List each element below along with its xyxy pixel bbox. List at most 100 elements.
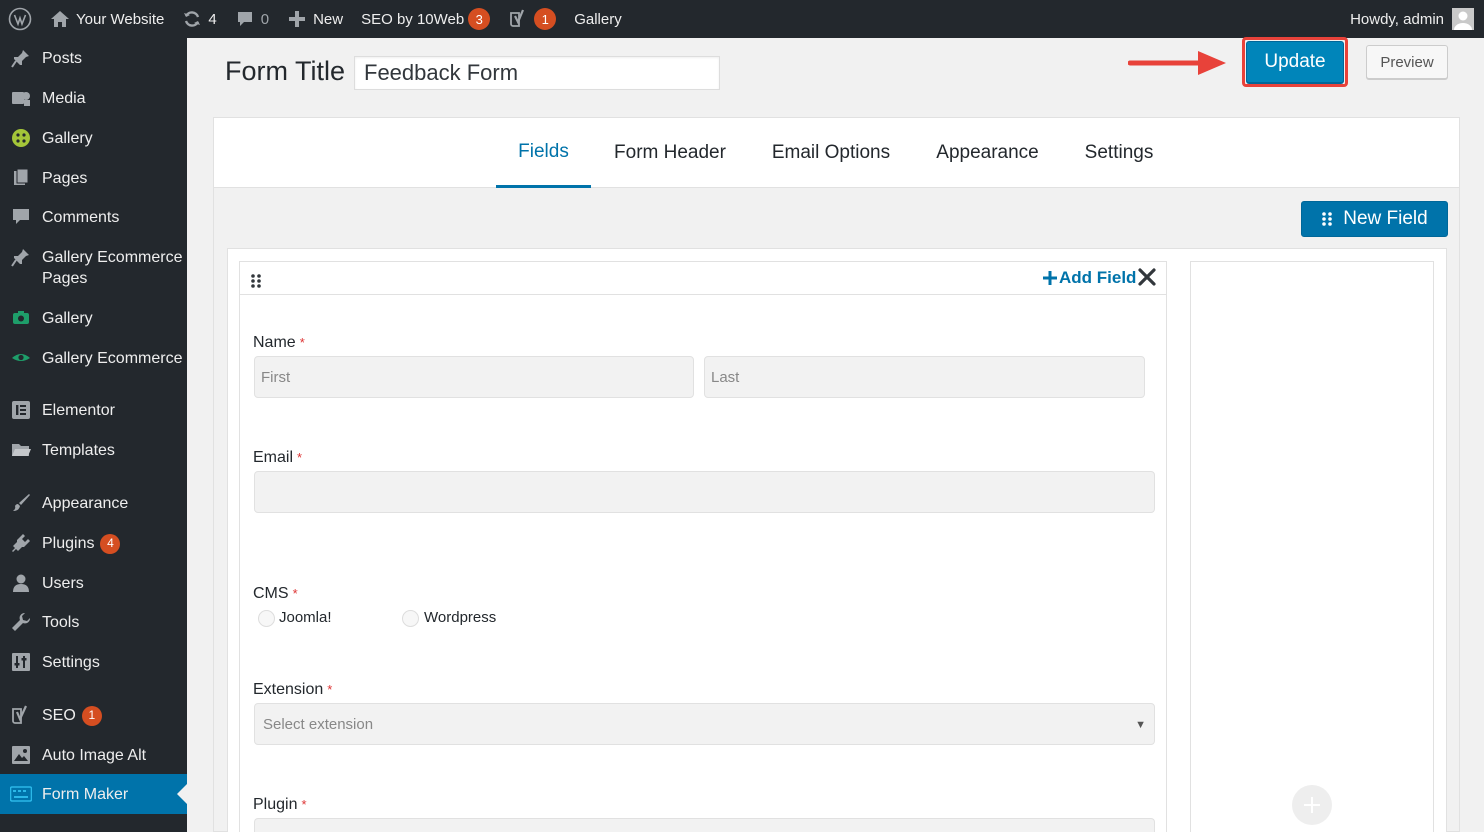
refresh-icon <box>182 9 202 29</box>
form-column <box>239 261 1167 832</box>
yoast-link[interactable]: 1 <box>499 0 565 38</box>
comments-link[interactable]: 0 <box>226 0 278 38</box>
email-input[interactable] <box>254 471 1155 513</box>
sidebar-item-elementor[interactable]: Elementor <box>0 400 187 421</box>
updates-link[interactable]: 4 <box>173 0 225 38</box>
yoast-icon <box>508 9 528 29</box>
extension-select[interactable]: Select extension ▼ <box>254 703 1155 745</box>
name-label-text: Name <box>253 334 296 351</box>
sidebar-item-label: Settings <box>42 654 100 671</box>
tab-form-header[interactable]: Form Header <box>602 118 738 188</box>
media-icon <box>10 88 32 108</box>
pin-icon <box>10 48 32 68</box>
preview-button[interactable]: Preview <box>1366 45 1448 79</box>
sidebar-item-pages[interactable]: Pages <box>0 168 187 189</box>
pin-icon <box>10 247 32 267</box>
plugins-label: Plugins <box>42 535 95 552</box>
avatar <box>1452 8 1474 30</box>
sidebar-item-gallery-ecommerce[interactable]: Gallery Ecommerce <box>0 348 187 369</box>
sidebar-item-media[interactable]: Media <box>0 88 187 109</box>
sidebar-item-label: Form Maker <box>42 785 129 803</box>
sidebar-item-appearance[interactable]: Appearance <box>0 493 187 514</box>
tab-label: Fields <box>518 140 569 162</box>
chevron-down-icon: ▼ <box>1135 719 1146 731</box>
user-icon <box>10 573 32 593</box>
sidebar-item-form-maker[interactable]: Form Maker <box>0 774 187 814</box>
image-alt-icon <box>10 745 32 765</box>
tab-fields[interactable]: Fields <box>496 118 591 188</box>
sidebar-item-posts[interactable]: Posts <box>0 48 187 69</box>
pages-icon <box>10 168 32 188</box>
sidebar-item-gallery-2[interactable]: Gallery <box>0 308 187 329</box>
site-name-label: Your Website <box>76 10 165 28</box>
settings-icon <box>10 652 32 672</box>
name-last-input[interactable]: Last <box>704 356 1145 398</box>
sidebar-item-users[interactable]: Users <box>0 573 187 594</box>
keyboard-icon <box>10 784 32 804</box>
update-button[interactable]: Update <box>1246 41 1344 83</box>
sidebar-item-tools[interactable]: Tools <box>0 612 187 633</box>
sidebar-item-gallery[interactable]: Gallery <box>0 128 187 149</box>
wrench-icon <box>10 612 32 632</box>
plus-icon <box>287 9 307 29</box>
form-title-input[interactable] <box>354 56 720 90</box>
add-column-button[interactable] <box>1292 785 1332 825</box>
sidebar-item-label: Auto Image Alt <box>42 747 147 764</box>
plugin-select[interactable] <box>254 818 1155 832</box>
eye-icon <box>10 348 32 368</box>
comment-icon <box>10 207 32 227</box>
seo-10web-link[interactable]: SEO by 10Web 3 <box>352 0 499 38</box>
new-field-label: New Field <box>1343 208 1428 229</box>
tab-label: Settings <box>1084 142 1154 163</box>
gallery-link[interactable]: Gallery <box>565 0 631 38</box>
tab-email-options[interactable]: Email Options <box>760 118 902 188</box>
tab-appearance[interactable]: Appearance <box>925 118 1050 188</box>
cms-joomla-checkbox[interactable] <box>258 610 275 627</box>
plus-icon <box>1043 271 1057 285</box>
extension-placeholder: Select extension <box>263 715 374 733</box>
add-field-link[interactable]: Add Field <box>1043 266 1136 290</box>
folder-icon <box>10 440 32 460</box>
wordpress-logo-button[interactable] <box>0 0 41 38</box>
sidebar-item-seo[interactable]: SEO 1 <box>0 705 187 726</box>
cms-wordpress-checkbox[interactable] <box>402 610 419 627</box>
new-content-link[interactable]: New <box>278 0 352 38</box>
plugins-update-badge: 4 <box>100 533 121 554</box>
drag-handle-icon[interactable] <box>250 273 262 289</box>
sidebar-item-label: Pages <box>42 170 88 187</box>
new-field-button[interactable]: New Field <box>1301 201 1448 237</box>
tab-label: Email Options <box>771 142 891 163</box>
cms-label-text: CMS <box>253 585 289 602</box>
required-asterisk: * <box>297 450 303 465</box>
email-label-text: Email <box>253 449 294 466</box>
sidebar-item-label: Comments <box>42 209 120 226</box>
remove-column-close-icon[interactable] <box>1137 267 1157 287</box>
name-first-input[interactable]: First <box>254 356 694 398</box>
sidebar-item-auto-image-alt[interactable]: Auto Image Alt <box>0 745 187 766</box>
sidebar-item-comments[interactable]: Comments <box>0 207 187 228</box>
required-asterisk: * <box>292 586 298 601</box>
sidebar-item-label: Tools <box>42 614 80 631</box>
admin-bar: Your Website 4 0 New SEO by 10Web 3 1 Ga… <box>0 0 1484 38</box>
my-account-link[interactable]: Howdy, admin <box>1350 8 1484 30</box>
required-asterisk: * <box>327 682 333 697</box>
sidebar-item-templates[interactable]: Templates <box>0 440 187 461</box>
annotation-arrow-icon <box>1128 51 1226 75</box>
column-toolbar <box>240 262 1166 295</box>
empty-form-column <box>1190 261 1434 832</box>
sidebar-item-gallery-ecommerce-pages[interactable]: Gallery Ecommerce Pages <box>0 247 187 289</box>
plugin-label-text: Plugin <box>253 796 298 813</box>
site-name-link[interactable]: Your Website <box>41 0 173 38</box>
brush-icon <box>10 493 32 513</box>
extension-label-text: Extension <box>253 681 324 698</box>
tab-settings[interactable]: Settings <box>1073 118 1165 188</box>
elementor-icon <box>10 400 32 420</box>
extension-field-label: Extension * <box>253 681 332 699</box>
sidebar-item-settings[interactable]: Settings <box>0 652 187 673</box>
sidebar-item-label: Templates <box>42 442 115 459</box>
last-placeholder: Last <box>711 368 740 386</box>
grip-icon <box>1322 212 1333 226</box>
sidebar-item-label: Gallery <box>42 130 93 147</box>
seo-10web-label: SEO by 10Web <box>361 10 465 28</box>
sidebar-item-plugins[interactable]: Plugins 4 <box>0 533 187 554</box>
